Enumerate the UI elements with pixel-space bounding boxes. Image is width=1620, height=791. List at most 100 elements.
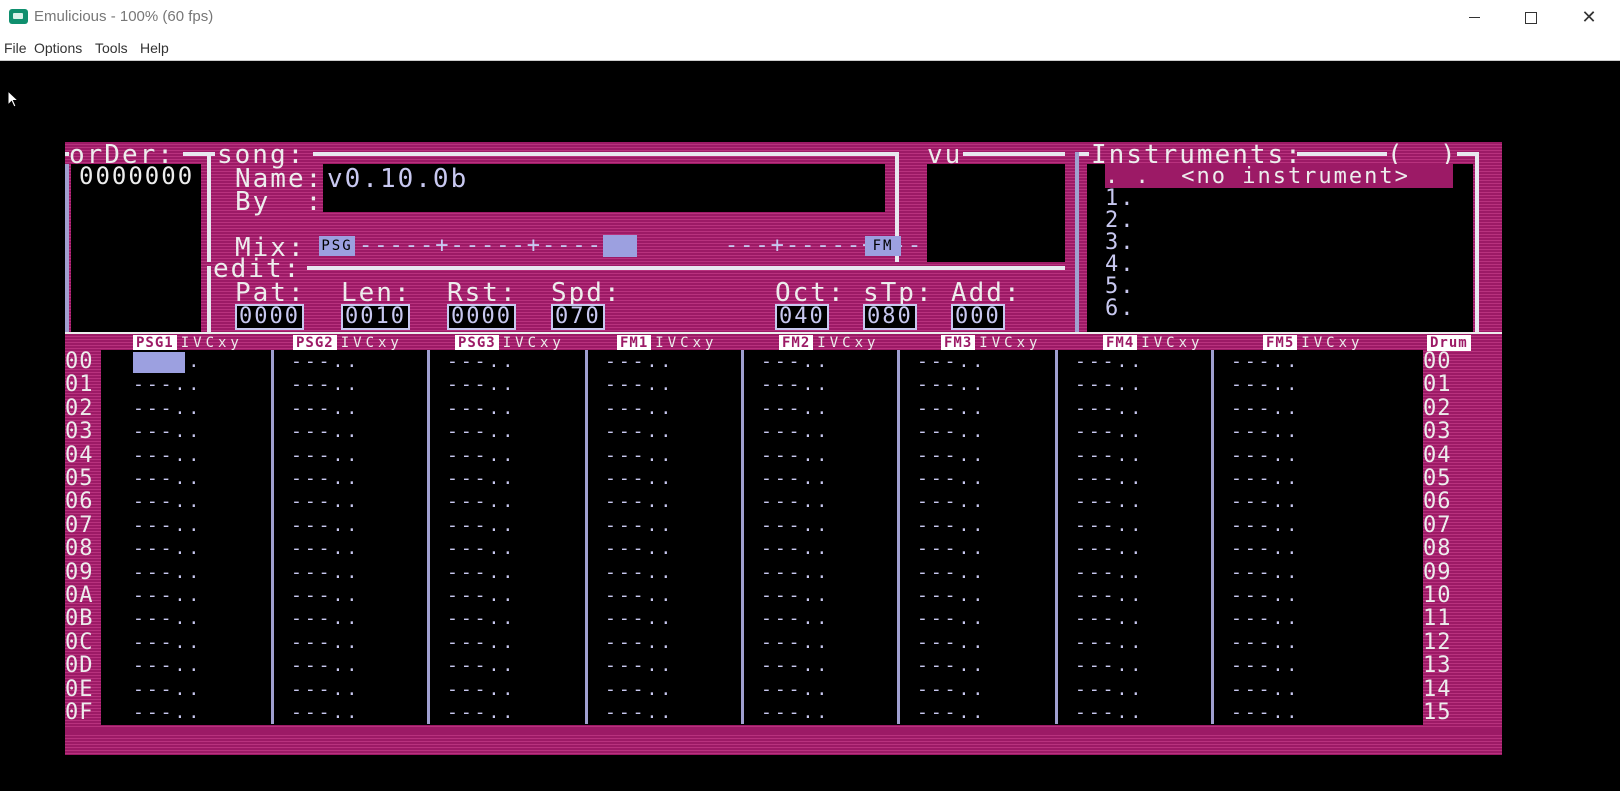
pattern-cell[interactable]: ---.. xyxy=(605,420,674,443)
pattern-cell[interactable]: ---.. xyxy=(447,561,516,584)
pattern-cell[interactable]: ---.. xyxy=(605,490,674,513)
pattern-cell[interactable]: ---.. xyxy=(917,678,986,701)
pattern-cell[interactable]: ---.. xyxy=(133,537,202,560)
edit-spd-value[interactable]: 070 xyxy=(551,304,605,330)
pattern-cell[interactable]: ---.. xyxy=(1231,701,1300,724)
pattern-cell[interactable]: ---.. xyxy=(917,420,986,443)
pattern-cell[interactable]: ---.. xyxy=(1075,654,1144,677)
pattern-cell[interactable]: ---.. xyxy=(1075,701,1144,724)
pattern-cell[interactable]: ---.. xyxy=(291,537,360,560)
edit-rst-value[interactable]: 0000 xyxy=(447,304,516,330)
pattern-cell[interactable]: ---.. xyxy=(605,444,674,467)
pattern-cell[interactable]: ---.. xyxy=(1075,607,1144,630)
pattern-cell[interactable]: ---.. xyxy=(133,490,202,513)
pattern-cell[interactable]: ---.. xyxy=(133,514,202,537)
close-button[interactable]: ✕ xyxy=(1560,0,1618,35)
instrument-item-none[interactable]: . . <no instrument> xyxy=(1105,166,1410,188)
pattern-cell[interactable]: ---.. xyxy=(917,373,986,396)
pattern-cell[interactable]: ---.. xyxy=(605,607,674,630)
pattern-cell[interactable]: ---.. xyxy=(133,701,202,724)
pattern-cell[interactable]: ---.. xyxy=(447,514,516,537)
pattern-cell[interactable]: ---.. xyxy=(605,514,674,537)
pattern-cell[interactable]: ---.. xyxy=(133,444,202,467)
pattern-cell[interactable]: ---.. xyxy=(917,514,986,537)
pattern-cell[interactable]: ---.. xyxy=(761,561,830,584)
pattern-cell[interactable]: ---.. xyxy=(291,584,360,607)
pattern-cell[interactable]: ---.. xyxy=(761,373,830,396)
pattern-cell[interactable]: ---.. xyxy=(917,701,986,724)
pattern-cell[interactable]: ---.. xyxy=(133,420,202,443)
pattern-cell[interactable]: ---.. xyxy=(761,467,830,490)
pattern-cell[interactable]: ---.. xyxy=(447,467,516,490)
pattern-cell[interactable]: ---.. xyxy=(291,607,360,630)
pattern-cell[interactable]: ---.. xyxy=(291,373,360,396)
pattern-cell[interactable]: ---.. xyxy=(1075,561,1144,584)
pattern-cell[interactable]: ---.. xyxy=(1231,444,1300,467)
pattern-cell[interactable]: ---.. xyxy=(605,561,674,584)
pattern-cell[interactable]: ---.. xyxy=(133,467,202,490)
pattern-cell[interactable]: ---.. xyxy=(605,537,674,560)
pattern-cell[interactable]: ---.. xyxy=(291,467,360,490)
pattern-cell[interactable]: ---.. xyxy=(1231,654,1300,677)
pattern-cell[interactable]: ---.. xyxy=(761,420,830,443)
pattern-cell[interactable]: ---.. xyxy=(917,561,986,584)
pattern-cell[interactable]: ---.. xyxy=(133,397,202,420)
pattern-cell[interactable]: ---.. xyxy=(447,631,516,654)
pattern-cell[interactable]: ---.. xyxy=(447,584,516,607)
pattern-cell[interactable]: ---.. xyxy=(1231,561,1300,584)
pattern-cell[interactable]: ---.. xyxy=(605,678,674,701)
pattern-cell[interactable]: ---.. xyxy=(1075,397,1144,420)
pattern-cell[interactable]: ---.. xyxy=(1231,537,1300,560)
pattern-cell[interactable]: ---.. xyxy=(447,350,516,373)
pattern-cell[interactable]: ---.. xyxy=(761,350,830,373)
pattern-cell[interactable]: ---.. xyxy=(917,444,986,467)
pattern-cell[interactable]: ---.. xyxy=(917,607,986,630)
edit-pat-value[interactable]: 0000 xyxy=(235,304,304,330)
pattern-cell[interactable]: ---.. xyxy=(605,350,674,373)
pattern-cell[interactable]: ---.. xyxy=(1075,350,1144,373)
pattern-cell[interactable]: ---.. xyxy=(761,607,830,630)
pattern-cell[interactable]: ---.. xyxy=(291,678,360,701)
instrument-item-3[interactable]: 3. xyxy=(1105,232,1136,254)
pattern-cell[interactable]: ---.. xyxy=(1075,537,1144,560)
pattern-cell[interactable]: ---.. xyxy=(1075,678,1144,701)
pattern-cell[interactable]: ---.. xyxy=(447,678,516,701)
pattern-cell[interactable]: ---.. xyxy=(447,420,516,443)
order-value[interactable]: 0000000 xyxy=(77,164,197,188)
pattern-cell[interactable]: ---.. xyxy=(1075,631,1144,654)
pattern-cell[interactable]: ---.. xyxy=(1231,607,1300,630)
pattern-cell[interactable]: ---.. xyxy=(291,350,360,373)
pattern-cell[interactable]: ---.. xyxy=(291,514,360,537)
pattern-cell[interactable]: ---.. xyxy=(291,397,360,420)
pattern-cell[interactable]: ---.. xyxy=(133,678,202,701)
menu-tools[interactable]: Tools xyxy=(95,40,128,56)
pattern-cell[interactable]: ---.. xyxy=(447,373,516,396)
maximize-button[interactable] xyxy=(1502,0,1560,35)
pattern-cell[interactable]: ---.. xyxy=(291,420,360,443)
emulator-screen[interactable]: orDer: 0000000 song: Name: v0.10.0b By :… xyxy=(0,61,1620,791)
pattern-cell[interactable]: ---.. xyxy=(1075,467,1144,490)
pattern-cell[interactable]: ---.. xyxy=(447,654,516,677)
pattern-cell[interactable]: ---.. xyxy=(133,373,202,396)
pattern-cell[interactable]: ---.. xyxy=(605,467,674,490)
pattern-cell[interactable]: ---.. xyxy=(1231,373,1300,396)
pattern-cell[interactable]: ---.. xyxy=(447,537,516,560)
pattern-cell[interactable]: ---.. xyxy=(761,584,830,607)
pattern-cell[interactable]: ---.. xyxy=(1231,490,1300,513)
pattern-cell[interactable]: ---.. xyxy=(1231,514,1300,537)
instrument-item-5[interactable]: 5. xyxy=(1105,276,1136,298)
pattern-cell[interactable]: ---.. xyxy=(605,631,674,654)
instrument-item-4[interactable]: 4. xyxy=(1105,254,1136,276)
pattern-cell[interactable]: ---.. xyxy=(291,490,360,513)
edit-add-value[interactable]: 000 xyxy=(951,304,1005,330)
instrument-item-2[interactable]: 2. xyxy=(1105,210,1136,232)
pattern-cell[interactable]: ---.. xyxy=(605,654,674,677)
instrument-list[interactable] xyxy=(1087,164,1473,332)
pattern-cell[interactable]: ---.. xyxy=(917,350,986,373)
pattern-cell[interactable]: ---.. xyxy=(761,514,830,537)
pattern-cell[interactable]: ---.. xyxy=(761,444,830,467)
pattern-cell[interactable]: ---.. xyxy=(291,654,360,677)
menu-file[interactable]: File xyxy=(4,40,27,56)
minimize-button[interactable] xyxy=(1445,0,1503,35)
pattern-cell[interactable]: ---.. xyxy=(917,397,986,420)
